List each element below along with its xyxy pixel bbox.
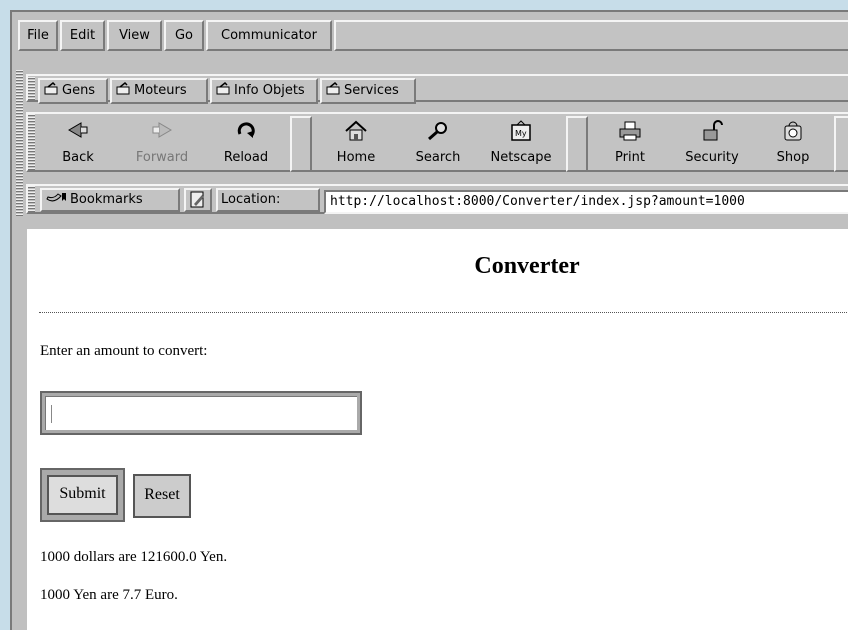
forward-arrow-icon xyxy=(150,120,174,142)
toolbar-separator xyxy=(834,116,848,172)
forward-label: Forward xyxy=(135,150,189,165)
svg-text:My: My xyxy=(515,129,527,138)
page-title: Converter xyxy=(474,253,580,279)
my-netscape-icon: My xyxy=(509,120,533,142)
folder-icon xyxy=(216,81,232,95)
text-cursor xyxy=(51,405,52,423)
folder-icon xyxy=(116,81,132,95)
amount-input[interactable] xyxy=(40,391,362,435)
browser-window: File Edit View Go Communicator Gens Mote… xyxy=(10,10,848,630)
toolbar-separator xyxy=(290,116,312,172)
folder-icon xyxy=(44,81,60,95)
result-yen: 1000 dollars are 121600.0 Yen. xyxy=(40,549,228,565)
page-content: Converter Enter an amount to convert: Su… xyxy=(27,229,848,630)
submit-button[interactable]: Submit xyxy=(40,468,125,522)
location-label: Location: xyxy=(216,188,320,212)
back-label: Back xyxy=(62,150,94,165)
security-label: Security xyxy=(685,150,739,165)
navigation-toolbar-grip[interactable] xyxy=(28,114,35,170)
page-proxy-icon xyxy=(190,191,204,208)
padlock-icon xyxy=(700,120,724,142)
location-toolbar: Bookmarks Location: http://localhost:800… xyxy=(26,184,848,214)
menu-edit[interactable]: Edit xyxy=(60,20,105,51)
home-icon xyxy=(344,120,368,142)
folder-icon xyxy=(326,81,342,95)
home-label: Home xyxy=(336,150,376,165)
print-button[interactable]: Print xyxy=(592,114,668,174)
location-toolbar-grip[interactable] xyxy=(28,186,35,212)
navigation-toolbar: Back Forward Reload Home Search My Netsc… xyxy=(26,112,848,172)
print-label: Print xyxy=(615,150,645,165)
toolbar-separator xyxy=(566,116,588,172)
reload-label: Reload xyxy=(223,150,269,165)
menu-communicator[interactable]: Communicator xyxy=(206,20,332,51)
home-button[interactable]: Home xyxy=(316,114,396,174)
personal-services-button[interactable]: Services xyxy=(320,78,416,104)
search-icon xyxy=(426,120,450,142)
personal-info-objets-button[interactable]: Info Objets xyxy=(210,78,318,104)
personal-gens-button[interactable]: Gens xyxy=(38,78,108,104)
menubar-filler xyxy=(334,20,848,51)
submit-label: Submit xyxy=(47,475,118,515)
menu-go[interactable]: Go xyxy=(164,20,204,51)
netscape-button[interactable]: My Netscape xyxy=(480,114,562,174)
result-euro: 1000 Yen are 7.7 Euro. xyxy=(40,587,178,603)
toolbar-grip[interactable] xyxy=(16,70,23,216)
personal-info-objets-label: Info Objets xyxy=(234,83,305,98)
bookmarks-label: Bookmarks xyxy=(70,192,143,207)
personal-toolbar: Gens Moteurs Info Objets Services xyxy=(26,74,848,104)
search-label: Search xyxy=(415,150,461,165)
shop-label: Shop xyxy=(776,150,810,165)
reset-button[interactable]: Reset xyxy=(133,474,191,518)
personal-toolbar-grip[interactable] xyxy=(28,76,35,100)
printer-icon xyxy=(618,120,642,142)
url-field[interactable]: http://localhost:8000/Converter/index.js… xyxy=(324,190,848,214)
personal-moteurs-label: Moteurs xyxy=(134,83,187,98)
shop-button[interactable]: Shop xyxy=(756,114,830,174)
personal-gens-label: Gens xyxy=(62,83,96,98)
page-proxy-button[interactable] xyxy=(184,188,212,212)
horizontal-rule xyxy=(39,312,848,313)
back-button[interactable]: Back xyxy=(38,114,118,174)
amount-field[interactable] xyxy=(45,396,357,430)
menu-view[interactable]: View xyxy=(107,20,162,51)
forward-button[interactable]: Forward xyxy=(120,114,204,174)
menu-file[interactable]: File xyxy=(18,20,58,51)
back-arrow-icon xyxy=(66,120,90,142)
reload-icon xyxy=(234,120,258,142)
reload-button[interactable]: Reload xyxy=(206,114,286,174)
menubar: File Edit View Go Communicator xyxy=(18,20,848,51)
security-button[interactable]: Security xyxy=(670,114,754,174)
amount-prompt: Enter an amount to convert: xyxy=(40,343,208,359)
bookmarks-button[interactable]: Bookmarks xyxy=(40,188,180,212)
search-button[interactable]: Search xyxy=(398,114,478,174)
personal-moteurs-button[interactable]: Moteurs xyxy=(110,78,208,104)
netscape-label: Netscape xyxy=(490,150,552,165)
shop-icon xyxy=(781,120,805,142)
bookmark-icon xyxy=(46,191,70,205)
personal-services-label: Services xyxy=(344,83,399,98)
